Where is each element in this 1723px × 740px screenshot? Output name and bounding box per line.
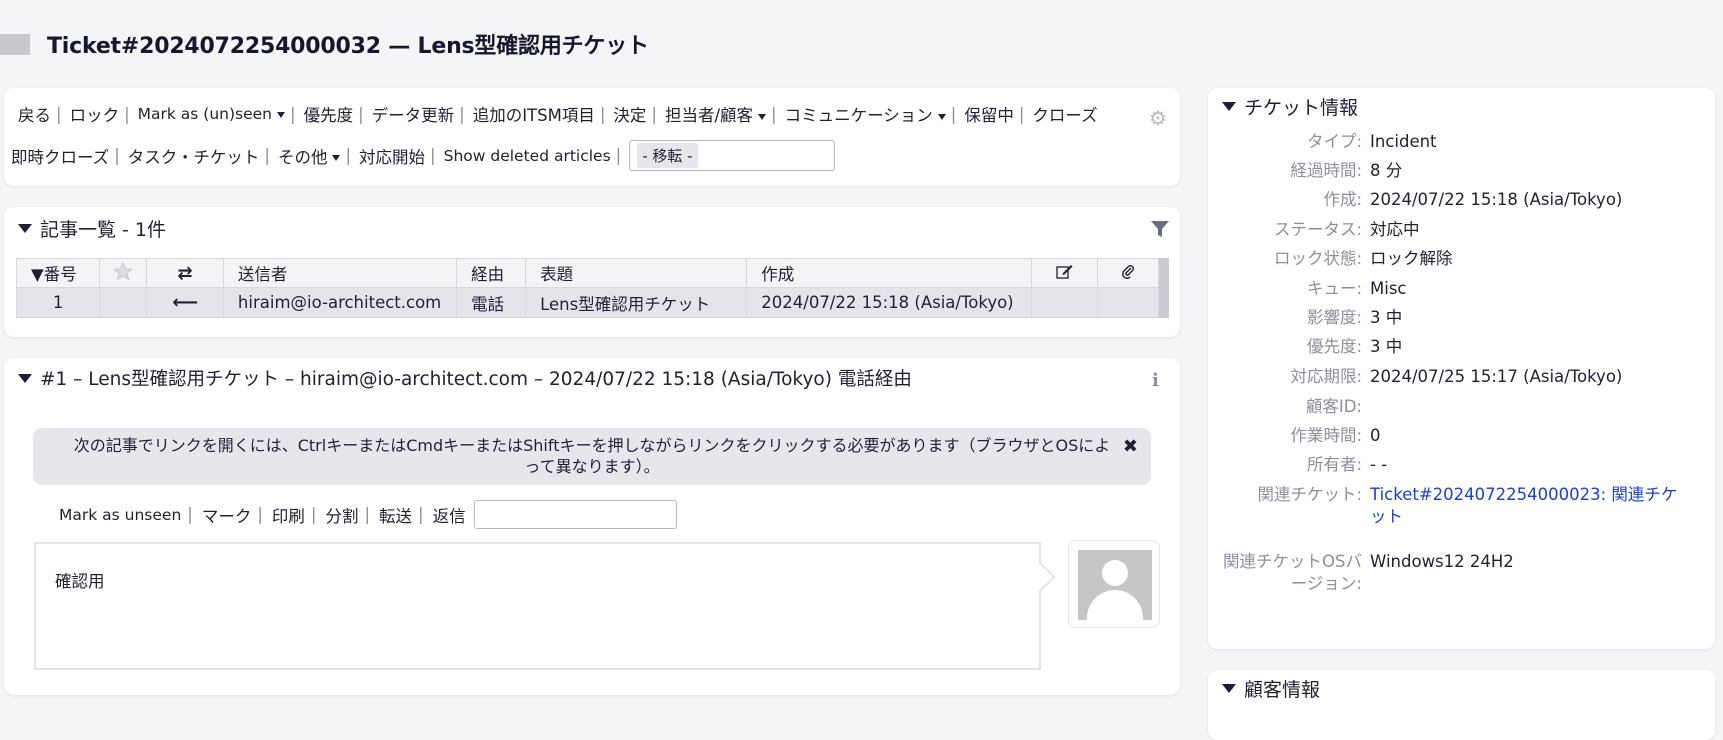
collapse-triangle-icon [18, 224, 32, 233]
customer-info-panel: 顧客情報 [1208, 670, 1715, 740]
article-list-header[interactable]: 記事一覧 - 1件 [18, 215, 166, 242]
column-created[interactable]: 作成 [746, 258, 1032, 288]
column-subject[interactable]: 表題 [525, 258, 748, 288]
column-number[interactable]: ▼番号 [15, 258, 101, 288]
ticket-info-title: チケット情報 [1244, 97, 1359, 119]
article-list-title: 記事一覧 - 1件 [40, 219, 167, 241]
field-lock: ロック状態: ロック解除 [1273, 249, 1453, 268]
chevron-down-icon [758, 113, 767, 120]
incoming-arrow-icon: ⟵ [146, 287, 224, 318]
reply-button[interactable]: 返信 [433, 503, 466, 527]
edit-icon[interactable] [1030, 258, 1098, 288]
field-age: 経過時間: 8 分 [1290, 161, 1403, 180]
linked-ticket-link[interactable]: Ticket#2024072254000023: 関連チケット [1370, 485, 1677, 526]
transfer-select-value: - 移転 - [637, 143, 698, 168]
chevron-down-icon [277, 111, 285, 118]
article-subject: Lens型確認用チケット [525, 287, 748, 318]
task-ticket-button[interactable]: タスク・チケット [128, 144, 260, 168]
field-impact: 影響度: 3 中 [1306, 308, 1403, 327]
direction-icon[interactable]: ⇄ [146, 258, 224, 288]
header-logo-placeholder [0, 33, 30, 55]
article-list-panel: 記事一覧 - 1件 ▼番号 ⇄ 送信者 経由 表題 作成 1 ⟵ hiraim@… [4, 207, 1180, 337]
page-header: Ticket#2024072254000032 — Lens型確認用チケット [0, 24, 649, 64]
other-menu[interactable]: その他 [278, 144, 341, 168]
link-notice: 次の記事でリンクを開くには、CtrlキーまたはCmdキーまたはShiftキーを押… [33, 428, 1151, 485]
collapse-triangle-icon [1222, 102, 1236, 111]
queue-transfer-select[interactable]: - 移転 - [629, 140, 836, 171]
article-created: 2024/07/22 15:18 (Asia/Tokyo) [746, 287, 1032, 318]
additional-itsm-button[interactable]: 追加のITSM項目 [473, 102, 595, 126]
customer-info-title: 顧客情報 [1244, 679, 1321, 701]
field-queue: キュー: Misc [1306, 279, 1407, 298]
star-icon[interactable] [99, 258, 148, 288]
split-button[interactable]: 分割 [325, 503, 358, 527]
table-header-row: ▼番号 ⇄ 送信者 経由 表題 作成 [15, 258, 1160, 288]
chevron-down-icon [332, 155, 341, 161]
toolbar-row-1: 戻る | ロック | Mark as (un)seen | 優先度 | データ更新 | 追… [18, 102, 1098, 126]
communication-menu[interactable]: コミュニケーション [785, 102, 946, 126]
article-detail-header[interactable]: #1 – Lens型確認用チケット – hiraim@io-architect.… [18, 365, 912, 391]
field-time-units: 作業時間: 0 [1290, 426, 1381, 445]
ticket-action-toolbar: 戻る | ロック | Mark as (un)seen | 優先度 | データ更新 | 追… [4, 88, 1180, 186]
article-detail-title: #1 – Lens型確認用チケット – hiraim@io-architect.… [40, 369, 912, 390]
paperclip-icon[interactable] [1096, 258, 1160, 288]
field-created: 作成: 2024/07/22 15:18 (Asia/Tokyo) [1323, 190, 1623, 209]
owner-customer-menu[interactable]: 担当者/顧客 [665, 102, 767, 126]
field-priority: 優先度: 3 中 [1306, 337, 1403, 356]
article-table: ▼番号 ⇄ 送信者 経由 表題 作成 1 ⟵ hiraim@io-archite… [15, 258, 1160, 318]
table-row[interactable]: 1 ⟵ hiraim@io-architect.com 電話 Lens型確認用チ… [15, 287, 1160, 318]
toolbar-row-2: 即時クローズ | タスク・チケット | その他 | 対応開始 | Show delete… [11, 140, 836, 171]
column-sender[interactable]: 送信者 [222, 258, 458, 288]
field-due-date: 対応期限: 2024/07/25 15:17 (Asia/Tokyo) [1290, 367, 1623, 386]
data-update-button[interactable]: データ更新 [372, 102, 455, 126]
close-icon[interactable]: ✖ [1123, 436, 1138, 457]
info-icon[interactable]: i [1152, 370, 1159, 391]
page-title: Ticket#2024072254000032 — Lens型確認用チケット [47, 34, 649, 59]
ticket-info-header[interactable]: チケット情報 [1222, 93, 1358, 120]
article-sender: hiraim@io-architect.com [222, 287, 458, 318]
mark-button[interactable]: マーク [202, 503, 252, 527]
field-os-version: 関連チケットOSバージョン: Windows12 24H2 [1223, 552, 1514, 593]
pending-button[interactable]: 保留中 [964, 102, 1014, 126]
filter-icon[interactable] [1150, 219, 1170, 244]
close-ticket-button[interactable]: クローズ [1032, 102, 1097, 126]
collapse-triangle-icon [18, 373, 32, 383]
show-deleted-articles-button[interactable]: Show deleted articles [444, 147, 611, 165]
user-icon [1078, 550, 1152, 620]
field-state: ステータス: 対応中 [1273, 220, 1420, 239]
collapse-triangle-icon [1222, 684, 1236, 693]
priority-button[interactable]: 優先度 [304, 102, 354, 126]
field-linked-ticket: 関連チケット: Ticket#2024072254000023: 関連チケット [1257, 485, 1678, 526]
lock-button[interactable]: ロック [70, 102, 120, 126]
avatar [1068, 540, 1160, 628]
article-actions: Mark as unseen | マーク | 印刷 | 分割 | 転送 | 返信 [59, 500, 677, 529]
gear-icon[interactable]: ⚙ [1149, 106, 1167, 130]
ticket-info-panel: チケット情報 タイプ: Incident 経過時間: 8 分 作成: 2024/07/… [1208, 88, 1715, 649]
article-body-text: 確認用 [55, 572, 105, 591]
article-body: 確認用 [34, 542, 1041, 670]
start-response-button[interactable]: 対応開始 [359, 144, 425, 168]
print-button[interactable]: 印刷 [272, 503, 305, 527]
mark-seen-menu[interactable]: Mark as (un)seen [138, 105, 285, 123]
link-notice-text: 次の記事でリンクを開くには、CtrlキーまたはCmdキーまたはShiftキーを押… [73, 436, 1111, 476]
field-owner: 所有者: - - [1306, 455, 1388, 474]
mark-unseen-button[interactable]: Mark as unseen [59, 506, 181, 524]
field-customer-id: 顧客ID: [1305, 397, 1362, 416]
article-detail-panel: #1 – Lens型確認用チケット – hiraim@io-architect.… [4, 358, 1180, 695]
chevron-down-icon [937, 113, 946, 120]
article-via: 電話 [456, 287, 527, 318]
table-scrollbar[interactable] [1159, 258, 1169, 318]
column-via[interactable]: 経由 [456, 258, 527, 288]
decision-button[interactable]: 決定 [613, 102, 646, 126]
forward-button[interactable]: 転送 [379, 503, 412, 527]
immediate-close-button[interactable]: 即時クローズ [11, 144, 109, 168]
customer-info-header[interactable]: 顧客情報 [1222, 675, 1320, 702]
reply-select[interactable] [473, 500, 677, 529]
field-type: タイプ: Incident [1306, 132, 1437, 151]
back-button[interactable]: 戻る [18, 102, 51, 126]
article-number: 1 [15, 287, 101, 318]
